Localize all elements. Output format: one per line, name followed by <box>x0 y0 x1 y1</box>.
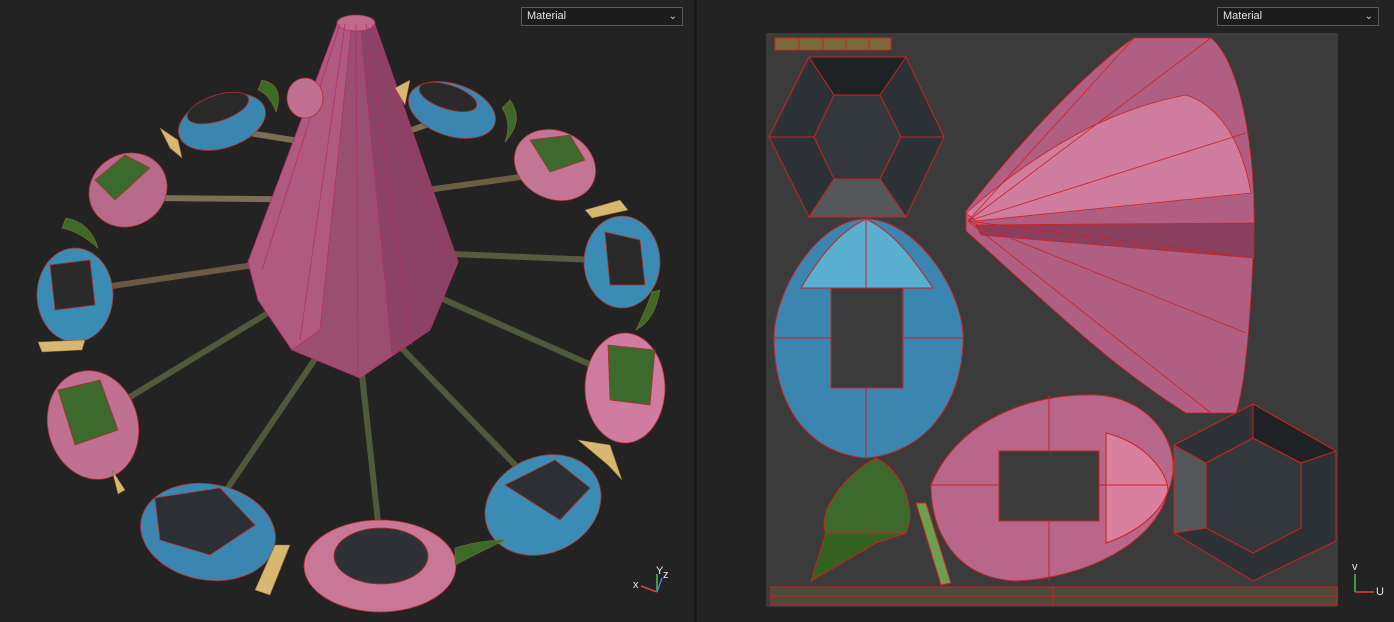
shading-mode-value: Material <box>1223 10 1263 22</box>
uv-island-pink-fan <box>965 37 1255 414</box>
axis-x-label: x <box>633 579 639 591</box>
uv-island-blue-ring <box>773 218 964 459</box>
axis-z-label: z <box>663 569 669 581</box>
shading-mode-dropdown[interactable]: Material ⌄ <box>1217 7 1379 26</box>
uv-island-leaf <box>810 457 952 586</box>
uv-editor-viewport[interactable]: Material ⌄ v U <box>697 0 1394 622</box>
perspective-viewport[interactable]: Material ⌄ x Y z <box>0 0 694 622</box>
uv-texture-sheet[interactable] <box>766 33 1338 607</box>
carousel-3d-model[interactable] <box>0 0 694 622</box>
axis-gizmo-icon: x Y z <box>632 566 672 596</box>
chevron-down-icon: ⌄ <box>668 11 677 22</box>
uv-islands[interactable] <box>766 33 1338 607</box>
uv-island-pink-ring <box>930 394 1174 582</box>
uv-island-hexagon-right <box>1173 403 1338 582</box>
central-cone <box>247 14 459 379</box>
uv-axis-gizmo-icon: v U <box>1350 562 1386 598</box>
axis-u-label: U <box>1376 586 1384 598</box>
shading-mode-value: Material <box>527 10 567 22</box>
uv-strip-top <box>774 37 892 51</box>
shading-mode-dropdown[interactable]: Material ⌄ <box>521 7 683 26</box>
axis-v-label: v <box>1352 561 1358 573</box>
uv-strip-bottom <box>770 586 1338 606</box>
uv-island-hexagon-top <box>768 56 945 218</box>
chevron-down-icon: ⌄ <box>1364 11 1373 22</box>
